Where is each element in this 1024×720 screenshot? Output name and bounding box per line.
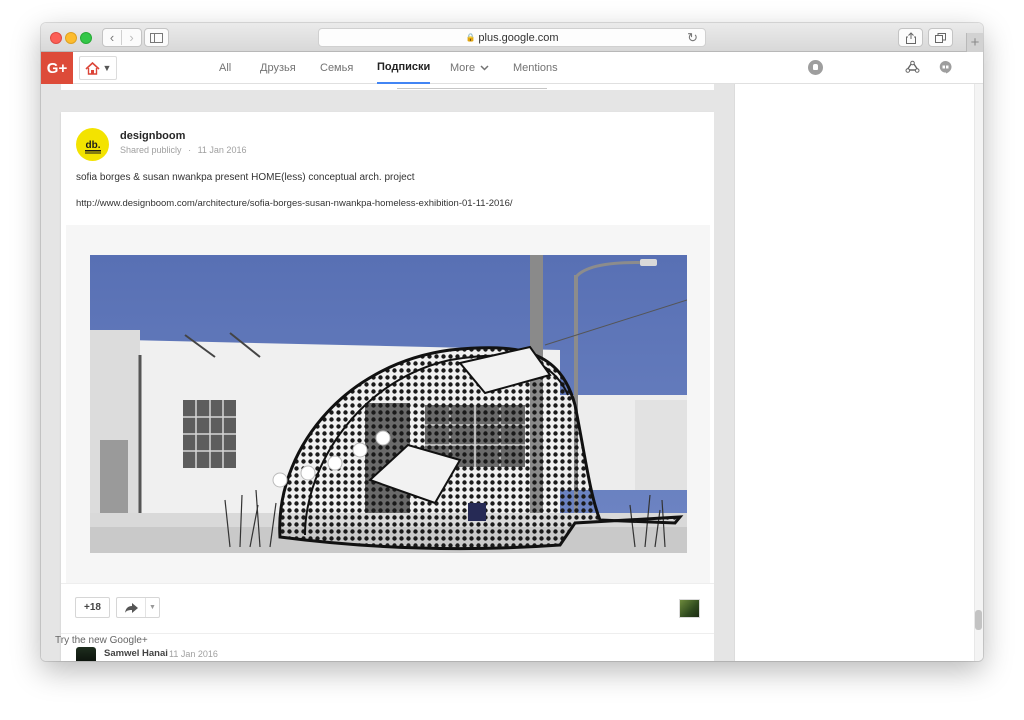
nav-following[interactable]: Подписки	[377, 52, 431, 84]
post-image[interactable]	[90, 255, 687, 553]
address-url: plus.google.com	[478, 31, 559, 44]
chevron-down-icon	[480, 65, 489, 71]
author-name[interactable]: designboom	[120, 130, 185, 142]
try-new-gplus-link[interactable]: Try the new Google+	[55, 635, 148, 646]
share-nodes-icon[interactable]	[905, 60, 920, 75]
chevron-right-icon[interactable]: ›	[122, 30, 141, 45]
plusoner-avatar[interactable]	[679, 599, 700, 618]
gplus-header: G+ ▼ All Друзья Семья Подписки More Ment…	[41, 52, 983, 84]
share-button-group: ▼	[116, 597, 160, 618]
post-text: sofia borges & susan nwankpa present HOM…	[76, 172, 415, 183]
nav-mentions[interactable]: Mentions	[513, 52, 558, 84]
post-card: db. designboom Shared publicly · 11 Jan …	[61, 112, 714, 661]
tab-overview-button[interactable]	[928, 28, 953, 47]
nav-friends[interactable]: Друзья	[260, 52, 296, 84]
commenter-name[interactable]: Samwel Hanai	[104, 648, 168, 659]
reload-icon[interactable]: ↻	[687, 30, 698, 46]
previous-post-bottom	[61, 84, 714, 90]
caret-down-icon[interactable]: ▼	[146, 598, 159, 617]
comment-time[interactable]: 11 Jan 2016	[169, 649, 218, 659]
address-bar[interactable]: 🔒 plus.google.com ↻	[318, 28, 706, 47]
new-tab-button[interactable]: +	[966, 33, 983, 52]
page-scrollbar[interactable]	[974, 84, 983, 661]
home-icon	[84, 61, 100, 75]
sidebar-icon	[150, 32, 163, 43]
designboom-logo: db.	[84, 140, 101, 153]
plus-one-button[interactable]: +18	[75, 597, 110, 618]
reshare-button[interactable]	[117, 598, 146, 617]
share-arrow-icon	[124, 602, 138, 613]
nav-all[interactable]: All	[219, 52, 231, 84]
home-menu-button[interactable]: ▼	[79, 56, 117, 80]
history-nav-group: ‹ ›	[102, 28, 142, 47]
nav-family[interactable]: Семья	[320, 52, 353, 84]
browser-toolbar: ‹ › 🔒 plus.google.com ↻	[41, 23, 983, 52]
post-meta: Shared publicly · 11 Jan 2016	[120, 145, 246, 155]
lock-icon: 🔒	[465, 33, 476, 42]
commenter-avatar[interactable]	[76, 647, 96, 661]
close-window-button[interactable]	[50, 32, 62, 44]
page-scrollbar-thumb[interactable]	[975, 610, 982, 630]
link-preview[interactable]	[66, 225, 710, 583]
stream-scrollbar[interactable]	[714, 84, 734, 661]
post-date[interactable]: 11 Jan 2016	[198, 145, 247, 155]
post-actions: +18 ▼	[61, 583, 714, 633]
sidebar-toggle-button[interactable]	[144, 28, 169, 47]
right-column	[735, 84, 974, 661]
notifications-icon[interactable]	[808, 60, 823, 75]
svg-text:db.: db.	[85, 140, 100, 151]
nav-more-label: More	[450, 62, 476, 74]
tabs-overview-icon	[935, 32, 946, 43]
meta-separator: ·	[188, 145, 192, 155]
zoom-window-button[interactable]	[80, 32, 92, 44]
stream: db. designboom Shared publicly · 11 Jan …	[41, 84, 734, 661]
author-avatar[interactable]: db.	[76, 128, 109, 161]
hangouts-icon[interactable]	[938, 60, 953, 75]
minimize-window-button[interactable]	[65, 32, 77, 44]
post-image-graphic	[90, 255, 687, 553]
post-visibility[interactable]: Shared publicly	[120, 145, 182, 155]
share-page-button[interactable]	[898, 28, 923, 47]
chevron-down-icon: ▼	[102, 63, 112, 73]
post-link[interactable]: http://www.designboom.com/architecture/s…	[76, 198, 513, 209]
gplus-logo[interactable]: G+	[41, 52, 73, 84]
nav-more[interactable]: More	[450, 52, 489, 84]
browser-window: ‹ › 🔒 plus.google.com ↻ + G+ ▼ All Друзь…	[41, 23, 983, 661]
share-icon	[905, 31, 916, 44]
comments-divider	[61, 633, 714, 634]
chevron-left-icon[interactable]: ‹	[103, 30, 122, 45]
